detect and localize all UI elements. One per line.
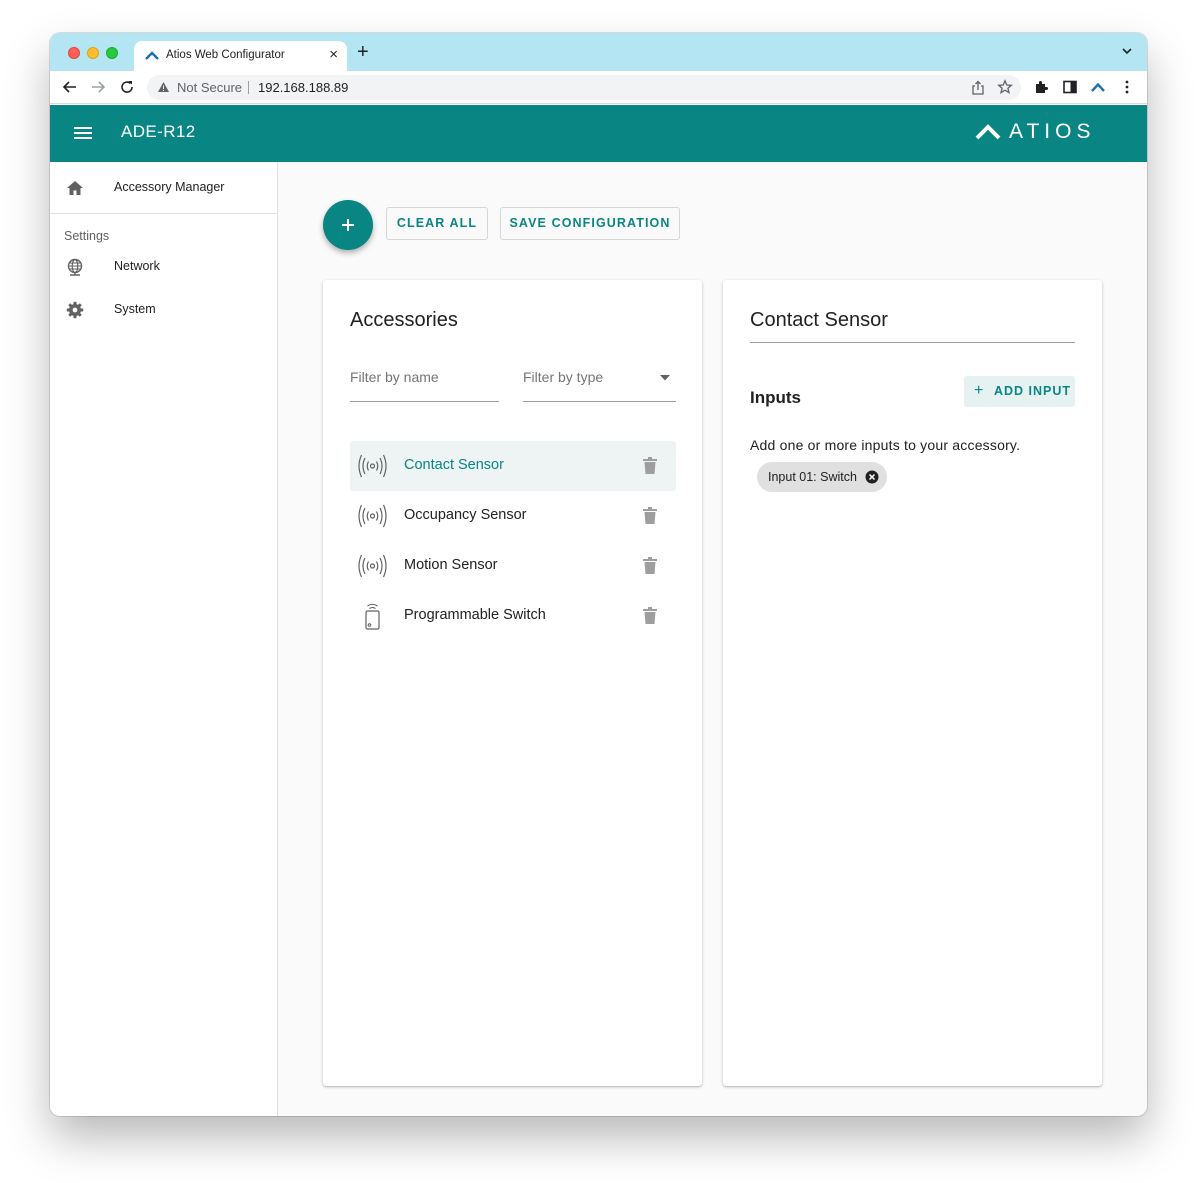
delete-trash-icon[interactable] bbox=[643, 607, 657, 624]
minimize-window-button[interactable] bbox=[87, 47, 99, 59]
share-icon[interactable] bbox=[971, 80, 985, 95]
accessory-name: Contact Sensor bbox=[404, 457, 504, 473]
input-chip[interactable]: Input 01: Switch bbox=[757, 462, 887, 492]
url-text[interactable]: 192.168.188.89 bbox=[258, 80, 348, 95]
accessory-name: Occupancy Sensor bbox=[404, 507, 527, 523]
browser-window: Atios Web Configurator × + Not Secure 19… bbox=[50, 33, 1147, 1116]
sidebar-item-label: Accessory Manager bbox=[114, 180, 225, 194]
sensor-waves-icon bbox=[358, 454, 387, 478]
filter-name-placeholder: Filter by name bbox=[350, 369, 439, 385]
bookmark-star-icon[interactable] bbox=[997, 79, 1013, 95]
gear-icon bbox=[66, 301, 84, 319]
security-label[interactable]: Not Secure bbox=[177, 80, 242, 95]
delete-trash-icon[interactable] bbox=[643, 507, 657, 524]
filter-by-name-input[interactable]: Filter by name bbox=[350, 360, 499, 402]
atios-favicon-icon bbox=[145, 51, 159, 60]
delete-trash-icon[interactable] bbox=[643, 557, 657, 574]
tab-title: Atios Web Configurator bbox=[166, 49, 285, 61]
save-configuration-button[interactable]: SAVE CONFIGURATION bbox=[500, 207, 680, 240]
atios-logo-icon bbox=[975, 124, 1001, 140]
forward-arrow-icon[interactable] bbox=[90, 79, 106, 95]
accessory-row-occupancy-sensor[interactable]: Occupancy Sensor bbox=[350, 491, 676, 541]
maximize-window-button[interactable] bbox=[106, 47, 118, 59]
delete-trash-icon[interactable] bbox=[643, 457, 657, 474]
sidebar-item-label: Network bbox=[114, 259, 160, 273]
tab-strip: Atios Web Configurator × + bbox=[50, 33, 1147, 71]
sidebar-item-system[interactable]: System bbox=[50, 290, 277, 330]
chevron-down-icon[interactable] bbox=[1121, 45, 1133, 57]
address-bar[interactable]: Not Secure 192.168.188.89 bbox=[147, 75, 1021, 100]
switch-icon bbox=[365, 603, 380, 630]
add-input-button[interactable]: + ADD INPUT bbox=[964, 376, 1075, 407]
brand-name: ATIOS bbox=[1009, 120, 1096, 143]
plus-icon-stroke bbox=[347, 219, 349, 231]
clear-all-button[interactable]: CLEAR ALL bbox=[386, 207, 488, 240]
sidebar-item-label: System bbox=[114, 302, 156, 316]
accessory-detail-card: Contact Sensor Inputs + ADD INPUT Add on… bbox=[723, 280, 1102, 1086]
reload-icon[interactable] bbox=[119, 79, 135, 95]
accessory-row-programmable-switch[interactable]: Programmable Switch bbox=[350, 591, 676, 641]
sensor-waves-icon bbox=[358, 554, 387, 578]
accessory-name-value: Contact Sensor bbox=[750, 309, 888, 331]
device-name: ADE-R12 bbox=[121, 122, 196, 141]
accessory-name: Motion Sensor bbox=[404, 557, 498, 573]
inputs-heading: Inputs bbox=[750, 388, 801, 407]
browser-tab[interactable]: Atios Web Configurator × bbox=[134, 41, 347, 71]
add-input-label: ADD INPUT bbox=[994, 384, 1072, 398]
app-bar: ADE-R12 ATIOS bbox=[50, 105, 1147, 162]
filter-by-type-select[interactable]: Filter by type bbox=[523, 360, 676, 402]
tab-close-icon[interactable]: × bbox=[329, 47, 338, 63]
accessory-name: Programmable Switch bbox=[404, 607, 546, 623]
new-tab-button[interactable]: + bbox=[357, 42, 369, 62]
input-chip-label: Input 01: Switch bbox=[768, 470, 857, 484]
add-accessory-button[interactable] bbox=[323, 200, 373, 250]
sensor-waves-icon bbox=[358, 504, 387, 528]
settings-subheader: Settings bbox=[64, 229, 110, 243]
dropdown-caret-icon bbox=[660, 375, 670, 381]
home-icon bbox=[67, 181, 83, 195]
back-arrow-icon[interactable] bbox=[62, 79, 78, 95]
sidebar-item-network[interactable]: Network bbox=[50, 247, 277, 287]
atios-extension-icon[interactable] bbox=[1090, 79, 1106, 95]
hamburger-menu-icon[interactable] bbox=[74, 126, 92, 140]
more-vertical-icon[interactable] bbox=[1119, 79, 1135, 95]
extensions-puzzle-icon[interactable] bbox=[1033, 79, 1049, 95]
globe-icon bbox=[67, 258, 83, 276]
accessory-name-field[interactable]: Contact Sensor bbox=[750, 306, 1075, 343]
inputs-description: Add one or more inputs to your accessory… bbox=[750, 437, 1021, 453]
browser-toolbar: Not Secure 192.168.188.89 bbox=[50, 71, 1147, 104]
warning-icon[interactable] bbox=[157, 81, 170, 93]
filter-type-placeholder: Filter by type bbox=[523, 369, 604, 385]
sidebar-divider bbox=[50, 213, 277, 214]
accessory-row-contact-sensor[interactable]: Contact Sensor bbox=[350, 441, 676, 491]
sidebar: Accessory Manager Settings Network Syste… bbox=[50, 162, 278, 1116]
remove-circle-icon[interactable] bbox=[865, 470, 879, 484]
address-separator bbox=[248, 81, 249, 94]
plus-icon: + bbox=[974, 382, 985, 399]
atios-logo: ATIOS bbox=[975, 119, 1121, 147]
accessories-title: Accessories bbox=[350, 309, 458, 331]
accessories-card: Accessories Filter by name Filter by typ… bbox=[323, 280, 702, 1086]
sidebar-item-accessory-manager[interactable]: Accessory Manager bbox=[50, 168, 277, 208]
side-panel-icon[interactable] bbox=[1062, 79, 1078, 95]
close-window-button[interactable] bbox=[68, 47, 80, 59]
accessory-row-motion-sensor[interactable]: Motion Sensor bbox=[350, 541, 676, 591]
